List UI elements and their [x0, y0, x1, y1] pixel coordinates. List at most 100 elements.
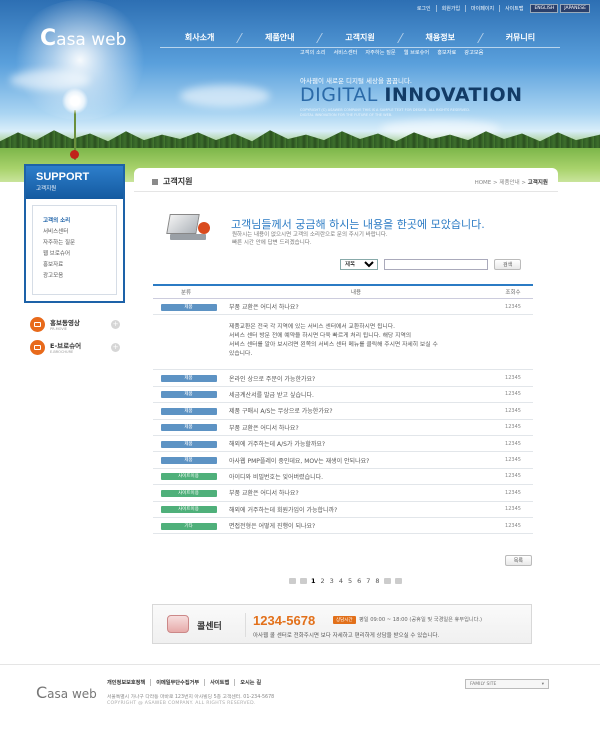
- subnav-ads[interactable]: 광고모음: [460, 49, 487, 56]
- sitemap-link[interactable]: 사이트맵: [500, 5, 528, 12]
- breadcrumb-products[interactable]: 제품안내: [499, 180, 519, 186]
- row-question[interactable]: 면접전형은 어떻게 진행이 되나요?: [219, 521, 493, 530]
- signup-link[interactable]: 회원가입: [437, 5, 467, 12]
- row-question[interactable]: 부품 교환은 어디서 하나요?: [219, 302, 493, 311]
- footer-sitemap-link[interactable]: 사이트맵: [205, 679, 236, 686]
- sidebar-menu: 고객의 소리 서비스센터 자주하는 질문 웹 브로슈어 홍보자료 광고모음: [32, 205, 117, 295]
- search-button[interactable]: 검색: [494, 259, 522, 270]
- nav-recruit[interactable]: 채용정보: [401, 32, 480, 43]
- nav-community[interactable]: 커뮤니티: [481, 32, 560, 43]
- privacy-link[interactable]: 개인정보보호정책: [107, 679, 152, 686]
- answer-line: 서비스 센터를 알아 보시려면 왼쪽의 서비스 센터 메뉴를 클릭해 주시면 자…: [229, 342, 438, 349]
- nav-support[interactable]: 고객지원: [320, 32, 399, 43]
- table-row[interactable]: 기타 면접전형은 어떻게 진행이 되나요? 12345: [153, 518, 533, 535]
- last-page-icon[interactable]: [394, 578, 402, 584]
- row-question[interactable]: 아이디와 비밀번호는 잊어버렸습니다.: [219, 472, 493, 481]
- promo-e-brochure[interactable]: E-브로슈어 E-BROCHURE +: [30, 336, 122, 358]
- prev-page-icon[interactable]: [300, 578, 307, 584]
- directions-link[interactable]: 오시는 길: [235, 679, 266, 686]
- plus-icon[interactable]: +: [111, 319, 120, 329]
- table-row[interactable]: 제품 해외에 거주하는데 A/S가 가능할까요? 12345: [153, 436, 533, 453]
- family-site-select[interactable]: FAMILY SITE ▾: [465, 679, 549, 689]
- hero-banner: Casa web 로그인 회원가입 마이페이지 사이트맵 ENGLISH JAP…: [0, 0, 600, 182]
- japanese-button[interactable]: JAPANESE: [560, 4, 590, 13]
- list-button[interactable]: 목록: [504, 555, 532, 566]
- table-row[interactable]: 사이트이용 부품 교환은 어디서 하나요? 12345: [153, 485, 533, 502]
- subnav-brochure[interactable]: 웹 브로슈어: [400, 49, 434, 56]
- nav-products[interactable]: 제품안내: [240, 32, 319, 43]
- first-page-icon[interactable]: [289, 578, 296, 584]
- sidebar-title: SUPPORT: [36, 171, 90, 183]
- row-views: 12345: [505, 440, 521, 447]
- row-question[interactable]: 온라인 상으로 주문이 가능한가요?: [219, 374, 493, 383]
- table-row[interactable]: 제품 아사웹 PMP플레이 중인데요, MOV는 재생이 안되나요? 12345: [153, 452, 533, 469]
- sidebar-item-faq[interactable]: 자주하는 질문: [43, 236, 106, 247]
- page-number[interactable]: 6: [357, 577, 361, 585]
- plus-icon[interactable]: +: [111, 342, 120, 352]
- table-row[interactable]: 제품 제품 구매시 A/S는 무상으로 가능한가요? 12345: [153, 403, 533, 420]
- row-views: 12345: [505, 489, 521, 496]
- page-number[interactable]: 4: [339, 577, 343, 585]
- login-link[interactable]: 로그인: [412, 5, 437, 12]
- row-question[interactable]: 아사웹 PMP플레이 중인데요, MOV는 재생이 안되나요?: [219, 456, 493, 465]
- promo-sub: E-BROCHURE: [50, 350, 74, 354]
- sidebar-item-pr[interactable]: 홍보자료: [43, 258, 106, 269]
- answer-line: 제품교환은 전국 각 지역에 있는 서비스 센터에서 교환하시면 됩니다.: [229, 324, 395, 331]
- call-center-box: 콜센터 1234-5678 상담시간 평일 09:00 ~ 18:00 (공휴일…: [152, 604, 532, 644]
- page-number[interactable]: 7: [366, 577, 370, 585]
- sidebar-item-brochure[interactable]: 웹 브로슈어: [43, 247, 106, 258]
- header-category: 분류: [180, 290, 192, 296]
- hero-small-text: COPYRIGHT (C) ASAWEB COMPANY. THIS IS A …: [300, 108, 471, 117]
- breadcrumb-home[interactable]: HOME: [475, 180, 492, 186]
- footer-logo[interactable]: Casa web: [36, 683, 97, 702]
- english-button[interactable]: ENGLISH: [530, 4, 559, 13]
- page-number[interactable]: 8: [375, 577, 379, 585]
- mypage-link[interactable]: 마이페이지: [466, 5, 501, 12]
- main-nav: 회사소개 제품안내 고객지원 채용정보 커뮤니티: [160, 28, 560, 48]
- page-number[interactable]: 5: [348, 577, 352, 585]
- row-question[interactable]: 부품 교환은 어디서 하나요?: [219, 423, 493, 432]
- sidebar-item-service[interactable]: 서비스센터: [43, 225, 106, 236]
- nav-company[interactable]: 회사소개: [160, 32, 239, 43]
- row-views: 12345: [505, 424, 521, 431]
- apple-icon: [198, 222, 210, 234]
- footer-links: 개인정보보호정책 이메일무단수집거부 사이트맵 오시는 길: [107, 679, 266, 686]
- cloud: [10, 70, 90, 90]
- footer-address: 서울특별시 가나구 다라동 마바로 123번지 아사빌딩 5층 고객센터. 01…: [107, 695, 275, 700]
- row-question[interactable]: 해외에 거주하는데 A/S가 가능할까요?: [219, 439, 493, 448]
- table-row[interactable]: 사이트이용 해외에 거주하는데 회원가입이 가능합니까? 12345: [153, 502, 533, 518]
- call-center-hours: 평일 09:00 ~ 18:00 (공휴일 및 국경일은 휴무입니다.): [359, 617, 483, 623]
- brochure-icon: [30, 339, 45, 355]
- row-question[interactable]: 제품 구매시 A/S는 무상으로 가능한가요?: [219, 406, 493, 415]
- sidebar-item-ads[interactable]: 광고모음: [43, 269, 106, 280]
- row-category: 제품: [153, 456, 219, 465]
- answer-line: 있습니다.: [229, 351, 253, 358]
- subnav-service[interactable]: 서비스센터: [330, 49, 362, 56]
- promo-pr-movie[interactable]: 홍보동영상 PR-MOVIE +: [30, 313, 122, 335]
- page-number[interactable]: 1: [311, 577, 316, 585]
- sidebar-item-voice[interactable]: 고객의 소리: [43, 214, 106, 225]
- row-question[interactable]: 해외에 거주하는데 회원가입이 가능합니까?: [219, 505, 493, 514]
- footer: Casa web 개인정보보호정책 이메일무단수집거부 사이트맵 오시는 길 서…: [0, 664, 600, 731]
- sidebar-subtitle: 고객지원: [36, 186, 57, 192]
- row-question[interactable]: 세금계산서를 발급 받고 싶습니다.: [219, 390, 493, 399]
- page-number[interactable]: 3: [330, 577, 334, 585]
- intro-heading: 고객님들께서 궁금해 하시는 내용을 한곳에 모았습니다.: [231, 218, 485, 231]
- table-row[interactable]: 사이트이용 아이디와 비밀번호는 잊어버렸습니다. 12345: [153, 469, 533, 486]
- next-page-icon[interactable]: [383, 578, 391, 584]
- category-badge: 제품: [160, 457, 217, 465]
- table-row[interactable]: 제품 부품 교환은 어디서 하나요? 12345: [153, 299, 533, 316]
- site-logo[interactable]: Casa web: [40, 26, 126, 51]
- table-row[interactable]: 제품 세금계산서를 발급 받고 싶습니다. 12345: [153, 387, 533, 404]
- subnav-pr[interactable]: 홍보자료: [433, 49, 460, 56]
- subnav-faq[interactable]: 자주하는 질문: [361, 49, 399, 56]
- page-number[interactable]: 2: [321, 577, 325, 585]
- subnav-voice[interactable]: 고객의 소리: [296, 49, 330, 56]
- email-policy-link[interactable]: 이메일무단수집거부: [151, 679, 206, 686]
- search-type-select[interactable]: 제목: [340, 259, 378, 270]
- table-row[interactable]: 제품 온라인 상으로 주문이 가능한가요? 12345: [153, 370, 533, 387]
- table-row[interactable]: 제품 부품 교환은 어디서 하나요? 12345: [153, 420, 533, 436]
- row-question[interactable]: 부품 교환은 어디서 하나요?: [219, 488, 493, 497]
- search-input[interactable]: [384, 259, 488, 270]
- hero-title-word2: INNOVATION: [384, 84, 523, 106]
